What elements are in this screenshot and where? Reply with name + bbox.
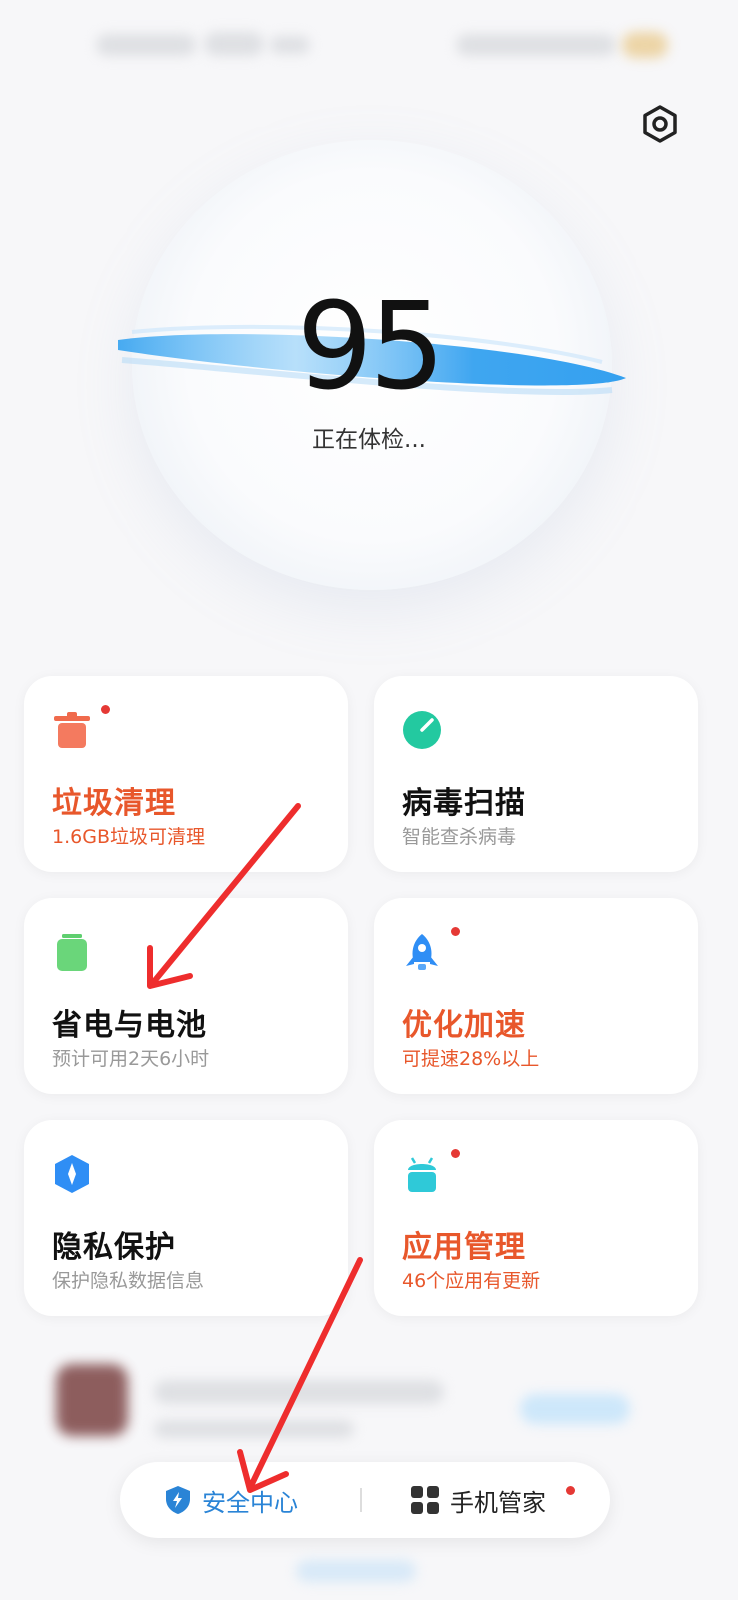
battery-card[interactable]: 省电与电池 预计可用2天6小时 [24,898,348,1094]
blurred-promo-banner[interactable] [24,1352,700,1462]
tab-label: 手机管家 [450,1488,546,1517]
status-bar [0,0,738,90]
health-score: 95 [296,278,446,417]
tab-phone-manager[interactable]: 手机管家 [410,1462,546,1538]
battery-icon [57,934,87,971]
notification-dot [101,705,110,714]
card-title: 垃圾清理 [52,786,176,821]
card-title: 病毒扫描 [402,786,526,821]
virus-scan-card[interactable]: 病毒扫描 智能查杀病毒 [374,676,698,872]
notification-dot [566,1486,575,1495]
privacy-shield-icon [55,1155,89,1193]
card-subtitle: 可提速28%以上 [402,1048,540,1070]
tab-label: 安全中心 [202,1488,298,1517]
android-icon [408,1157,436,1192]
privacy-protection-card[interactable]: 隐私保护 保护隐私数据信息 [24,1120,348,1316]
rocket-icon [406,934,438,970]
tab-divider [360,1488,362,1512]
tab-security-center[interactable]: 安全中心 [164,1462,298,1538]
card-title: 优化加速 [402,1008,526,1043]
card-title: 省电与电池 [52,1008,207,1043]
shield-lightning-icon [166,1486,190,1514]
app-management-card[interactable]: 应用管理 46个应用有更新 [374,1120,698,1316]
notification-dot [451,927,460,936]
trash-icon [54,712,90,748]
settings-button[interactable] [632,96,688,152]
junk-clean-card[interactable]: 垃圾清理 1.6GB垃圾可清理 [24,676,348,872]
card-subtitle: 46个应用有更新 [402,1270,541,1292]
card-subtitle: 智能查杀病毒 [402,826,517,848]
settings-hexagon-icon [643,105,677,143]
card-subtitle: 保护隐私数据信息 [52,1270,205,1292]
card-title: 隐私保护 [52,1230,176,1265]
scan-status-text: 正在体检... [312,427,426,453]
card-title: 应用管理 [402,1230,526,1265]
card-subtitle: 预计可用2天6小时 [52,1048,210,1070]
optimize-speed-card[interactable]: 优化加速 可提速28%以上 [374,898,698,1094]
bottom-tab-bar: 安全中心 手机管家 [120,1462,610,1538]
blurred-bottom-content [0,1540,738,1600]
card-subtitle: 1.6GB垃圾可清理 [52,826,205,848]
notification-dot [451,1149,460,1158]
virus-scan-icon [403,711,441,749]
grid-apps-icon [411,1486,439,1514]
